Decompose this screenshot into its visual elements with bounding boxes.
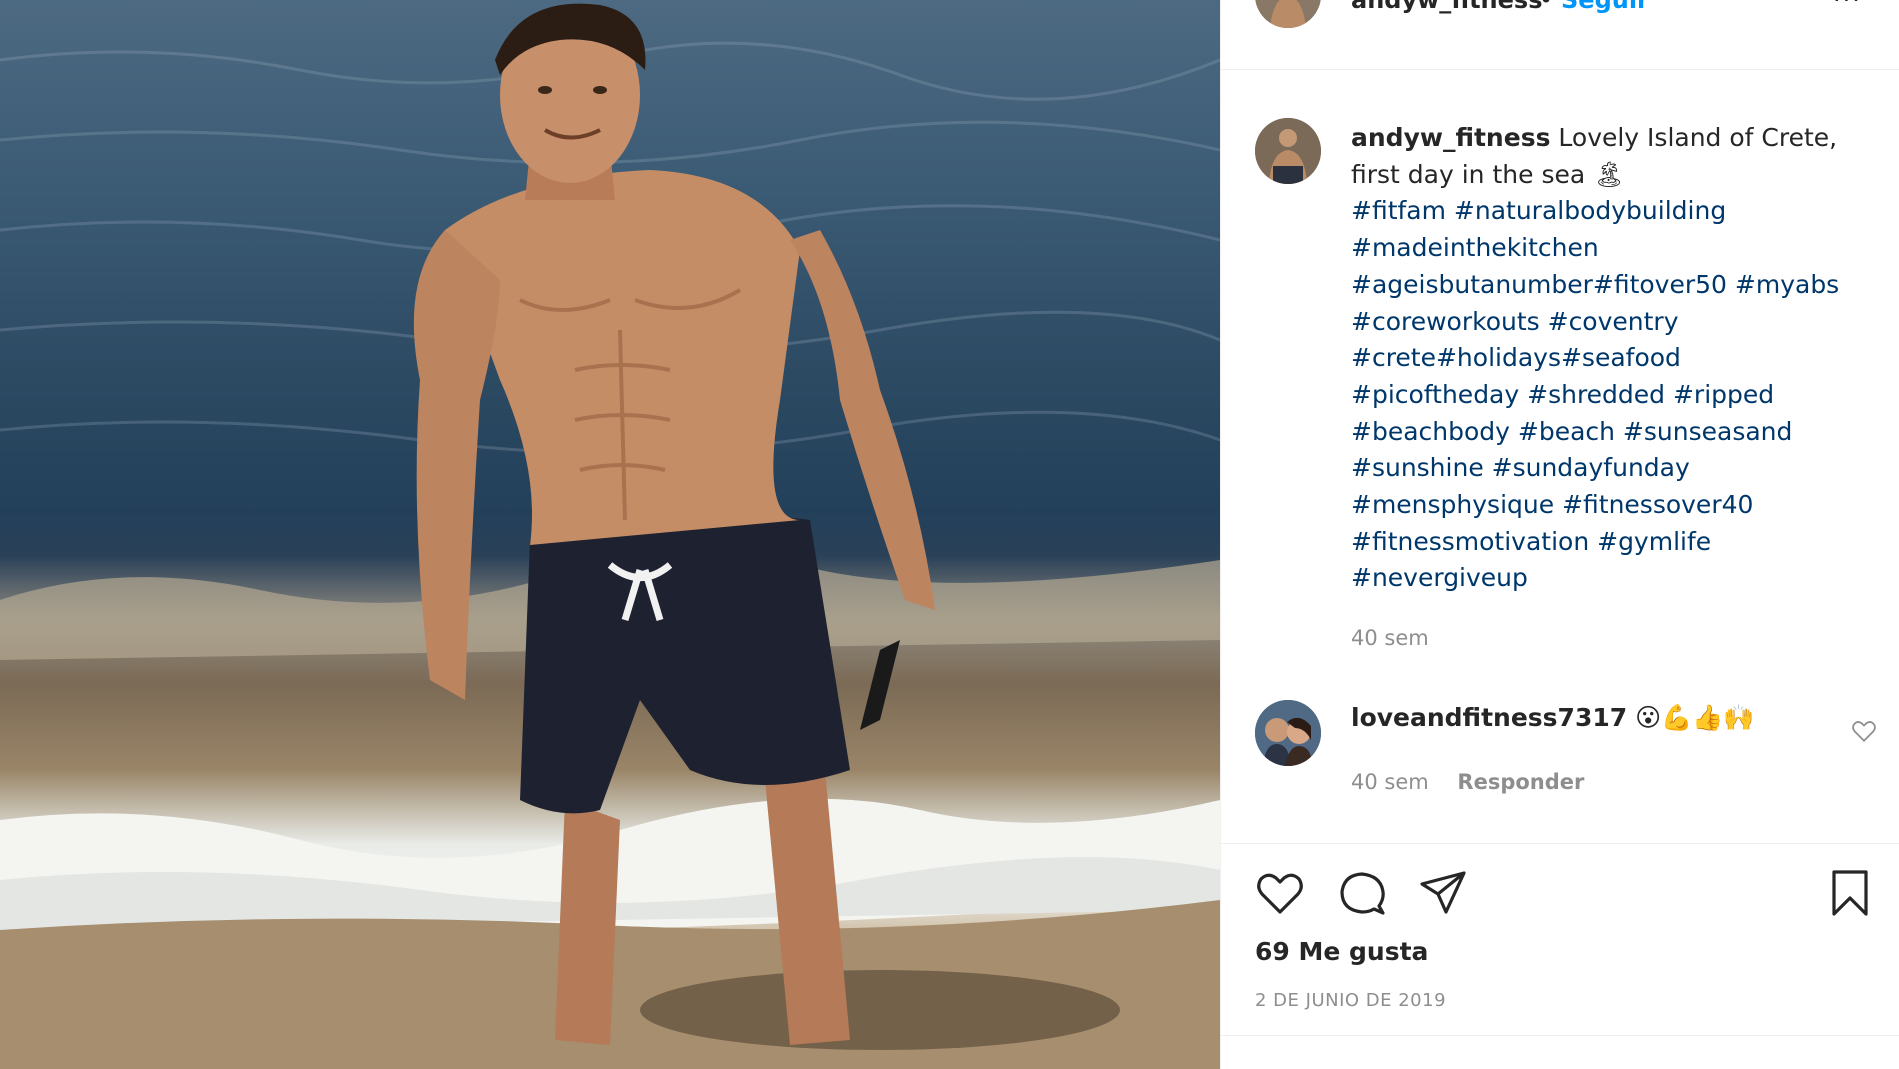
commenter-avatar[interactable] [1255, 700, 1321, 766]
comment-input-divider [1221, 1035, 1899, 1036]
caption-timestamp[interactable]: 40 sem [1351, 626, 1429, 650]
hashtag-line[interactable]: #sunshine #sundayfunday [1351, 450, 1851, 487]
commenter-avatar-image [1255, 700, 1321, 766]
hashtag-line[interactable]: #beachbody #beach #sunseasand [1351, 414, 1851, 451]
likes-count[interactable]: 69 Me gusta [1255, 937, 1428, 966]
comment-like-heart-icon[interactable] [1851, 718, 1877, 744]
hashtag-line[interactable]: #fitfam #naturalbodybuilding [1351, 193, 1851, 230]
author-username[interactable]: andyw_fitness [1351, 0, 1542, 14]
commenter-username[interactable]: loveandfitness7317 [1351, 703, 1627, 732]
hashtag-line[interactable]: #ageisbutanumber#fitover50 #myabs [1351, 267, 1851, 304]
header-separator: • [1539, 0, 1554, 14]
caption-username[interactable]: andyw_fitness [1351, 123, 1550, 152]
hashtag-line[interactable]: #crete#holidays#seafood [1351, 340, 1851, 377]
post-photo[interactable] [0, 0, 1220, 1069]
hashtag-line[interactable]: #madeinthekitchen [1351, 230, 1851, 267]
instagram-post: andyw_fitness • Seguir ··· andyw_fitness… [0, 0, 1899, 1069]
bookmark-icon[interactable] [1825, 868, 1875, 918]
send-icon[interactable] [1418, 868, 1468, 918]
heart-icon[interactable] [1255, 868, 1305, 918]
caption-avatar-image [1255, 118, 1321, 184]
caption-hashtags: #fitfam #naturalbodybuilding #madeinthek… [1351, 193, 1851, 597]
post-date[interactable]: 2 DE JUNIO DE 2019 [1255, 990, 1446, 1011]
comment-text-block: loveandfitness7317 😮💪👍🙌 [1351, 700, 1755, 736]
comment-timestamp[interactable]: 40 sem [1351, 770, 1429, 794]
reply-button[interactable]: Responder [1457, 770, 1584, 794]
hashtag-line[interactable]: #nevergiveup [1351, 560, 1851, 597]
hashtag-line[interactable]: #coreworkouts #coventry [1351, 304, 1851, 341]
more-options-icon[interactable]: ··· [1833, 0, 1862, 14]
comment-meta: 40 sem Responder [1351, 770, 1584, 794]
author-avatar[interactable] [1255, 0, 1321, 28]
beach-photo-illustration [0, 3, 1220, 1069]
hashtag-line[interactable]: #picoftheday #shredded #ripped [1351, 377, 1851, 414]
comment-icon[interactable] [1337, 868, 1387, 918]
comment-text: 😮💪👍🙌 [1635, 703, 1755, 732]
post-actions [1255, 868, 1875, 918]
hashtag-line[interactable]: #fitnessmotivation #gymlife [1351, 524, 1851, 561]
follow-button[interactable]: Seguir [1561, 0, 1649, 14]
caption-avatar[interactable] [1255, 118, 1321, 184]
post-header: andyw_fitness • Seguir ··· [1221, 0, 1899, 70]
author-avatar-image [1255, 0, 1321, 28]
actions-divider [1221, 843, 1899, 844]
hashtag-line[interactable]: #mensphysique #fitnessover40 [1351, 487, 1851, 524]
caption-text-block: andyw_fitness Lovely Island of Crete, fi… [1351, 120, 1851, 597]
post-sidebar: andyw_fitness • Seguir ··· andyw_fitness… [1220, 0, 1899, 1069]
